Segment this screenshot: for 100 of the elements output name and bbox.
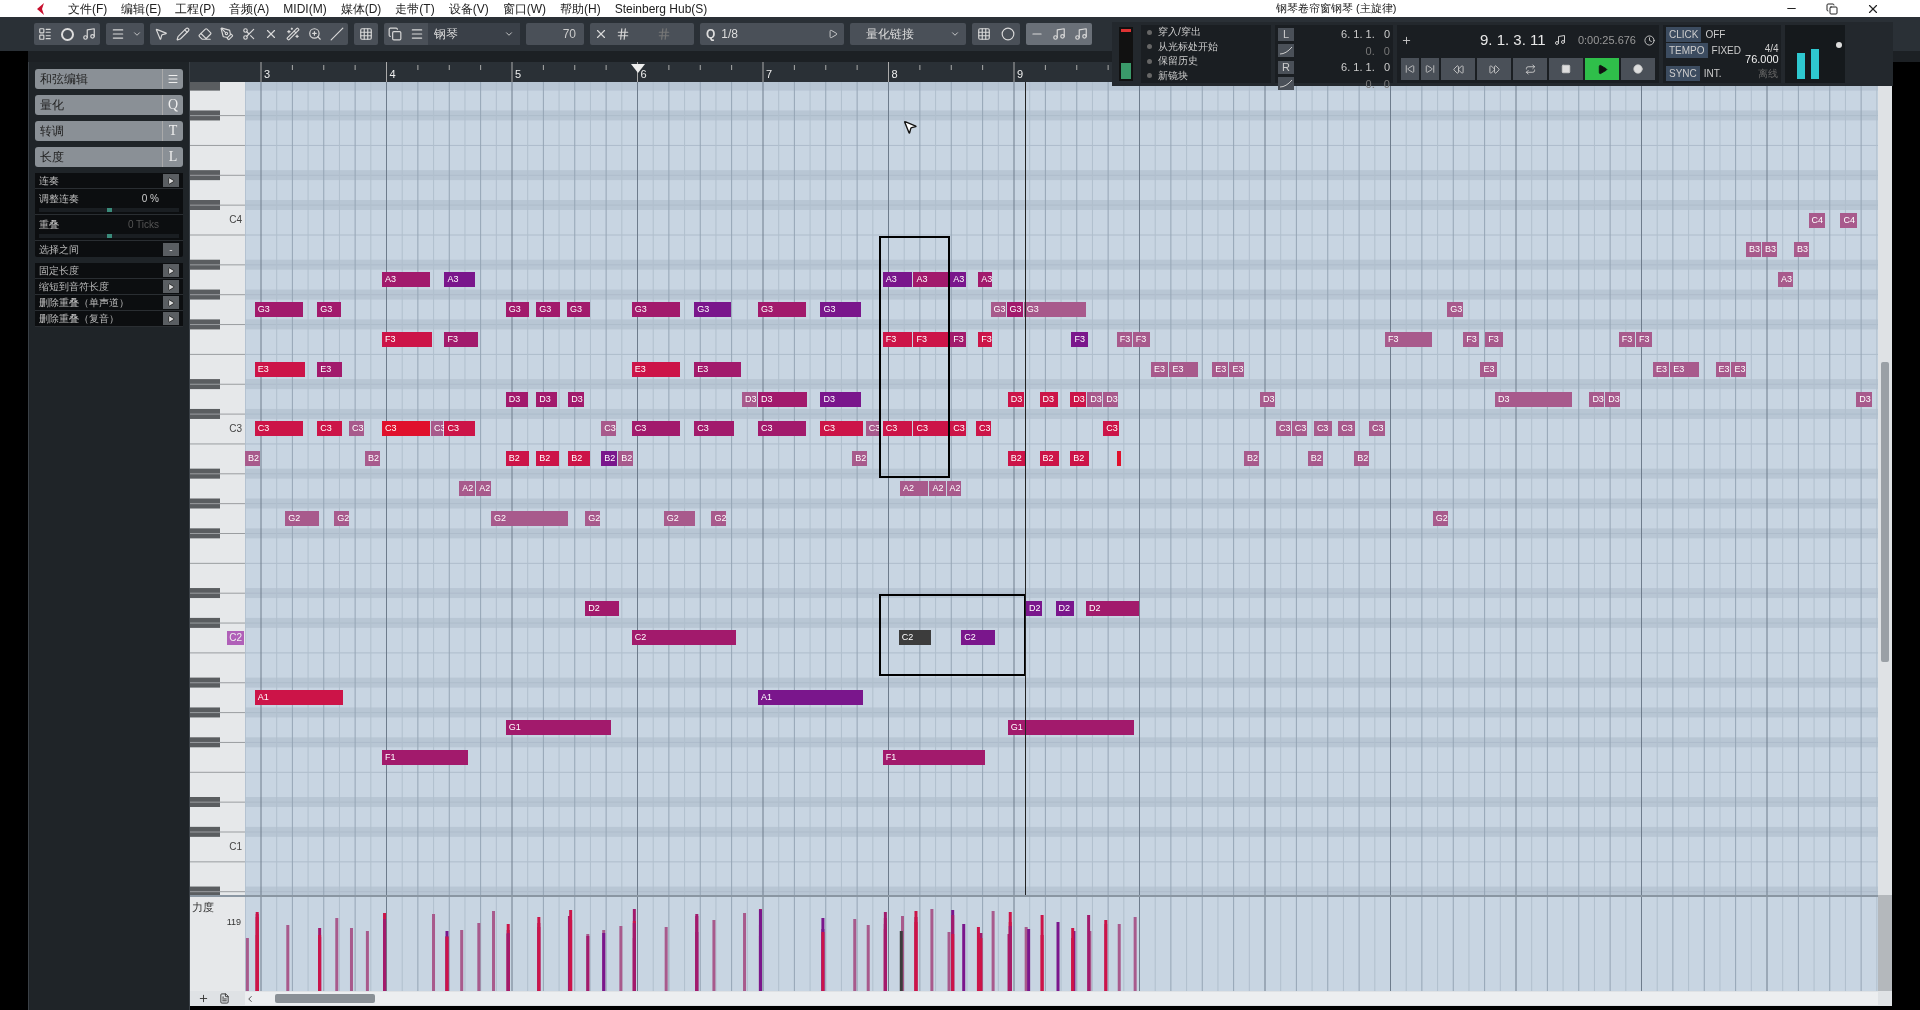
midi-note[interactable]: C3 (317, 421, 342, 437)
midi-note[interactable]: E3 (1731, 361, 1747, 377)
value-field[interactable]: 0 % (141, 191, 159, 206)
midi-note[interactable]: C3 (1368, 421, 1386, 437)
midi-note[interactable]: D3 (1039, 391, 1059, 407)
midi-note[interactable]: G2 (285, 511, 319, 526)
scrollbar-thumb[interactable] (275, 994, 375, 1003)
midi-note[interactable]: D3 (1007, 391, 1024, 407)
midi-note[interactable]: C2 (961, 630, 995, 646)
midi-note[interactable]: A3 (1777, 272, 1793, 288)
midi-note[interactable]: B2 (1244, 451, 1259, 467)
play-button[interactable] (1585, 58, 1619, 80)
midi-note[interactable]: G2 (491, 511, 569, 526)
midi-note[interactable]: E3 (631, 361, 680, 377)
midi-note[interactable]: C4 (1840, 212, 1857, 228)
transport-option[interactable]: 新镜块 (1158, 69, 1188, 82)
apply-button[interactable] (163, 174, 179, 187)
midi-note[interactable]: E3 (1480, 361, 1497, 377)
midi-note[interactable]: F1 (382, 749, 468, 765)
tempo-button[interactable]: TEMPO (1666, 43, 1708, 58)
midi-note[interactable]: C3 (1275, 421, 1291, 437)
restore-icon[interactable] (1826, 2, 1838, 15)
velocity-field[interactable]: 70 (526, 23, 584, 45)
midi-note[interactable]: A3 (950, 272, 967, 288)
midi-note[interactable]: B3 (1746, 242, 1761, 258)
length-dropdown[interactable]: 量化链接 (850, 23, 966, 45)
midi-note[interactable]: B2 (601, 451, 618, 467)
midi-note[interactable]: G1 (505, 719, 612, 735)
transport-option[interactable]: 穿入/穿出 (1158, 26, 1201, 39)
mode-button[interactable]: - (163, 242, 179, 256)
section-header[interactable]: 量化 Q (35, 95, 183, 115)
midi-note[interactable]: G2 (585, 511, 601, 526)
midi-note[interactable]: C3 (975, 421, 991, 437)
midi-note[interactable]: E3 (1670, 361, 1699, 377)
midi-note[interactable]: D3 (536, 391, 558, 407)
quantize-dropdown[interactable]: Q 1/8 (700, 23, 844, 45)
midi-note[interactable]: F3 (1132, 331, 1150, 347)
midi-note[interactable]: G3 (505, 302, 530, 318)
midi-note[interactable]: D3 (757, 391, 808, 407)
midi-note[interactable]: C3 (820, 421, 864, 437)
curve-icon[interactable] (1278, 77, 1294, 91)
transport-option[interactable]: 保留历史 (1158, 55, 1198, 68)
midi-note[interactable]: D3 (1589, 391, 1605, 407)
midi-note[interactable]: C3 (601, 421, 617, 437)
midi-note[interactable]: E3 (317, 361, 342, 377)
midi-note[interactable]: E3 (694, 361, 742, 377)
menu-item[interactable]: 帮助(H) (560, 0, 601, 18)
midi-note[interactable]: F3 (978, 331, 993, 347)
scrollbar-thumb[interactable] (1881, 362, 1889, 662)
midi-note[interactable]: A3 (913, 272, 950, 288)
midi-note[interactable]: F3 (913, 331, 950, 347)
midi-note[interactable]: E3 (1229, 361, 1245, 377)
midi-note[interactable]: F3 (882, 331, 913, 347)
midi-note[interactable]: G3 (1023, 302, 1087, 318)
midi-note[interactable]: B2 (1070, 451, 1089, 467)
locator-position[interactable]: 6. 1. 1. 0 (1341, 59, 1390, 76)
midi-note[interactable]: F3 (382, 331, 433, 347)
midi-note[interactable]: D3 (568, 391, 585, 407)
menu-item[interactable]: 文件(F) (68, 0, 108, 18)
midi-note[interactable]: F1 (882, 749, 985, 765)
midi-note[interactable]: A3 (882, 272, 913, 288)
menu-item[interactable]: 编辑(E) (121, 0, 162, 18)
section-header[interactable]: 和弦编辑 (35, 69, 183, 89)
midi-note[interactable]: B2 (618, 451, 634, 467)
midi-note[interactable]: G2 (663, 511, 695, 526)
midi-note[interactable]: B3 (1793, 242, 1809, 258)
midi-note[interactable]: F3 (1071, 331, 1088, 347)
midi-note[interactable]: G3 (757, 302, 806, 318)
add-icon[interactable] (1401, 34, 1412, 46)
midi-note[interactable]: C3 (1103, 421, 1120, 437)
menu-item[interactable]: MIDI(M) (283, 0, 327, 18)
midi-note[interactable]: F3 (1463, 331, 1480, 347)
midi-note[interactable]: A2 (900, 481, 929, 497)
midi-note[interactable]: C3 (254, 421, 303, 437)
midi-note[interactable]: G3 (694, 302, 732, 318)
midi-note[interactable]: B2 (568, 451, 591, 467)
midi-note[interactable]: D2 (1026, 600, 1043, 616)
locator-position[interactable]: 6. 1. 1. 0 (1341, 26, 1390, 43)
midi-note[interactable]: D2 (585, 600, 619, 616)
midi-note[interactable]: D3 (1856, 391, 1873, 407)
midi-note[interactable]: C3 (631, 421, 680, 437)
midi-note[interactable]: C3 (382, 421, 430, 437)
midi-note[interactable]: D3 (1087, 391, 1103, 407)
midi-note[interactable]: D3 (742, 391, 757, 407)
section-header[interactable]: 长度 L (35, 147, 183, 167)
next-marker-button[interactable] (1421, 58, 1439, 80)
midi-note[interactable]: G3 (536, 302, 560, 318)
midi-note[interactable]: F3 (1384, 331, 1432, 347)
menu-item[interactable]: 工程(P) (175, 0, 216, 18)
midi-note[interactable]: G3 (1447, 302, 1464, 318)
sync-button[interactable]: SYNC (1666, 66, 1700, 81)
midi-note[interactable]: G3 (566, 302, 591, 318)
midi-note[interactable]: G3 (317, 302, 341, 318)
apply-button[interactable] (163, 296, 179, 309)
midi-note[interactable]: A3 (978, 272, 993, 288)
midi-note[interactable]: E3 (1653, 361, 1670, 377)
midi-note[interactable]: F3 (1635, 331, 1653, 347)
curve-icon[interactable] (1278, 44, 1294, 58)
transport-option[interactable]: 从光标处开始 (1158, 40, 1218, 53)
stop-button[interactable] (1549, 58, 1583, 80)
